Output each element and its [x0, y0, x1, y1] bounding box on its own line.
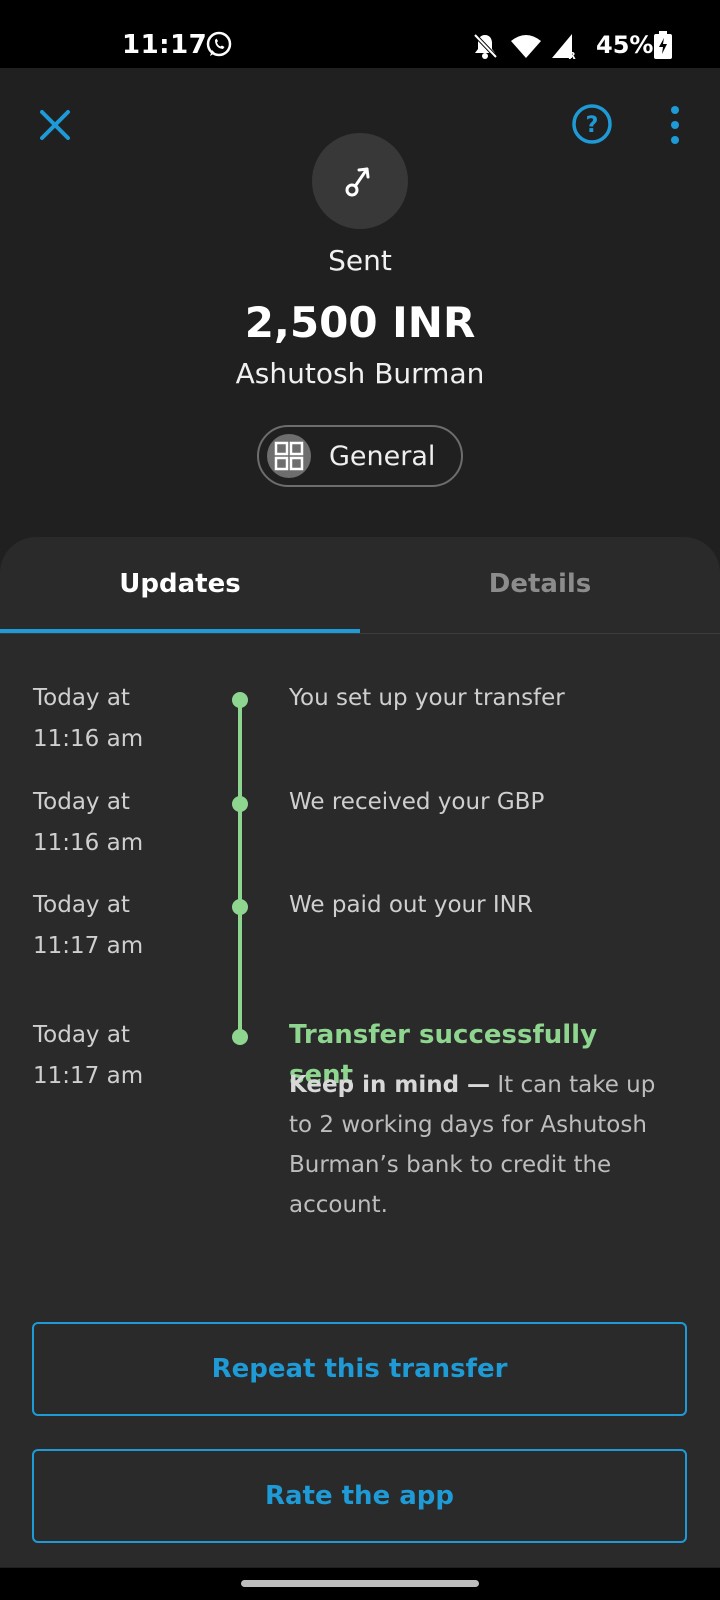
- tab-divider: [0, 633, 720, 634]
- timeline-dot: [232, 692, 248, 708]
- svg-text:?: ?: [586, 113, 599, 138]
- whatsapp-icon: [204, 30, 234, 60]
- category-icon-badge: [267, 434, 311, 478]
- tab-details[interactable]: Details: [360, 569, 720, 599]
- keep-in-mind-note: Keep in mind — It can take up to 2 worki…: [289, 1065, 659, 1225]
- sent-arrow-icon: [345, 167, 370, 197]
- close-icon: [40, 110, 70, 140]
- more-options-button[interactable]: [665, 104, 685, 146]
- timeline-event: You set up your transfer: [289, 685, 565, 711]
- help-icon: ?: [572, 104, 612, 144]
- timeline-dot: [232, 796, 248, 812]
- timeline-event: We received your GBP: [289, 789, 545, 815]
- help-button[interactable]: ?: [571, 103, 613, 145]
- tab-updates[interactable]: Updates: [0, 569, 360, 599]
- timeline-dot: [232, 899, 248, 915]
- timeline-event: We paid out your INR: [289, 892, 533, 918]
- battery-charging-icon: [654, 31, 672, 59]
- repeat-transfer-button[interactable]: Repeat this transfer: [32, 1322, 687, 1416]
- rate-app-button[interactable]: Rate the app: [32, 1449, 687, 1543]
- transfer-details-card: Updates Details Today at 11:16 am You se…: [0, 537, 720, 1567]
- status-time: 11:17: [122, 30, 208, 60]
- more-vert-icon: [671, 106, 679, 144]
- timeline-time: Today at 11:16 am: [33, 685, 144, 752]
- recipient-name: Ashutosh Burman: [235, 357, 485, 390]
- transfer-amount: 2,500 INR: [244, 298, 476, 347]
- transfer-status: Sent: [328, 244, 392, 277]
- transfer-status-avatar: [312, 133, 408, 229]
- status-bar: 11:17 R 45%: [0, 0, 720, 68]
- signal-icon: R: [550, 32, 578, 62]
- timeline-dot: [232, 1029, 248, 1045]
- wifi-icon: [510, 33, 542, 59]
- category-label: General: [329, 441, 436, 472]
- svg-text:R: R: [568, 51, 576, 60]
- grid-icon: [274, 441, 304, 471]
- timeline-line: [238, 699, 242, 1037]
- category-chip[interactable]: General: [257, 425, 463, 487]
- timeline-time: Today at 11:17 am: [33, 892, 144, 959]
- note-heading: Keep in mind —: [289, 1072, 491, 1098]
- timeline-time: Today at 11:16 am: [33, 789, 144, 856]
- close-button[interactable]: [36, 106, 74, 144]
- home-gesture-handle[interactable]: [241, 1580, 479, 1587]
- timeline-time: Today at 11:17 am: [33, 1022, 144, 1089]
- battery-percentage: 45%: [596, 31, 654, 59]
- navigation-bar: [0, 1568, 720, 1600]
- bell-off-icon: [472, 32, 498, 60]
